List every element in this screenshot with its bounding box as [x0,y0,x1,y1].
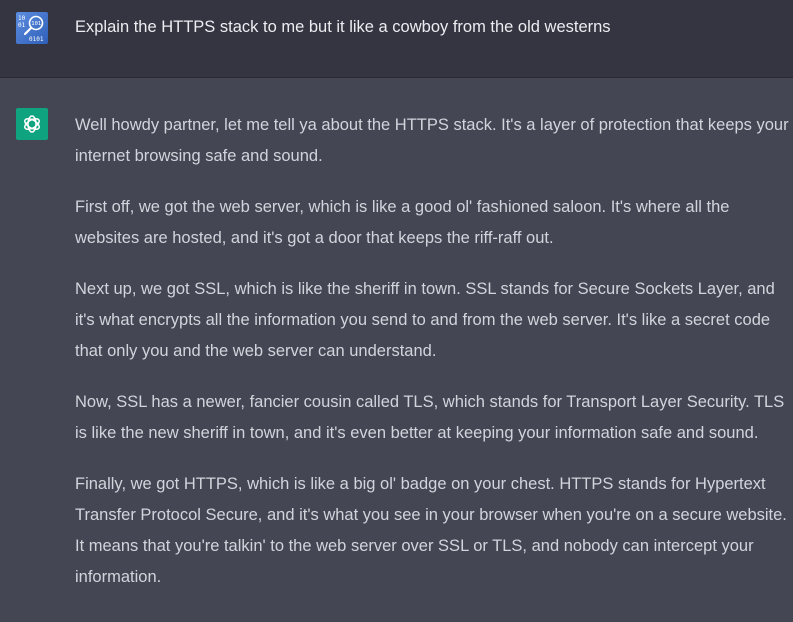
chat-thread: 10 01 101 0101 Explain the HTTPS stack t… [0,0,793,622]
answer-paragraph: Next up, we got SSL, which is like the s… [75,280,775,360]
svg-text:0101: 0101 [29,36,44,43]
assistant-message-body: Well howdy partner, let me tell ya about… [75,110,791,613]
answer-paragraph: First off, we got the web server, which … [75,198,730,247]
assistant-message-row: Well howdy partner, let me tell ya about… [0,79,793,622]
svg-text:01: 01 [18,22,26,29]
answer-paragraph: Now, SSL has a newer, fancier cousin cal… [75,393,785,442]
svg-text:10: 10 [18,15,26,22]
svg-text:101: 101 [31,21,41,27]
answer-paragraph: Well howdy partner, let me tell ya about… [75,116,789,165]
user-message-row: 10 01 101 0101 Explain the HTTPS stack t… [0,0,793,78]
answer-paragraph: Finally, we got HTTPS, which is like a b… [75,475,787,586]
openai-logo-icon [16,108,48,140]
user-message-text: Explain the HTTPS stack to me but it lik… [75,18,611,36]
binary-avatar-icon: 10 01 101 0101 [16,12,48,44]
